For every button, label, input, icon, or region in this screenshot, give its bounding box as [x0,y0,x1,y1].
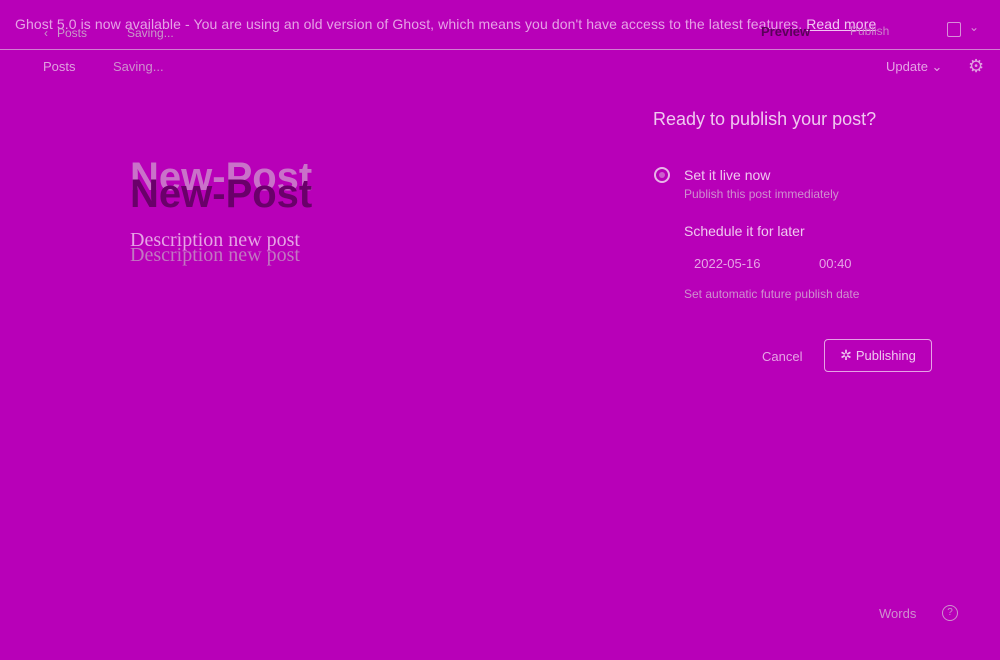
publishing-button[interactable]: ✲ Publishing [824,339,932,372]
radio-selected-dot [659,172,665,178]
publish-heading: Ready to publish your post? [653,109,877,129]
spinner-icon: ✲ [840,347,852,363]
word-count-label: Words [879,606,917,621]
update-dropdown-button[interactable]: Update ⌄ [886,59,942,75]
gear-icon[interactable]: ⚙ [968,56,984,77]
schedule-time-input[interactable] [812,250,889,276]
schedule-date-input[interactable] [684,250,814,276]
post-title[interactable]: New-Post [130,172,312,217]
update-banner: Ghost 5.0 is now available - You are usi… [0,0,1000,50]
schedule-later-option[interactable]: Schedule it for later [684,223,805,239]
preview-button[interactable]: Preview [761,24,810,39]
sidebar-toggle-icon[interactable] [947,22,961,37]
post-description-ghost: Description new post [130,244,300,266]
publishing-label: Publishing [855,348,916,363]
cancel-button[interactable]: Cancel [762,349,802,364]
publish-now-radio[interactable] [654,167,670,183]
chevron-down-icon[interactable]: ⌄ [969,20,979,34]
saving-status: Saving... [113,59,164,74]
nav-posts-link[interactable]: Posts [43,59,76,74]
publish-now-description: Publish this post immediately [684,187,839,201]
help-icon[interactable]: ? [942,605,958,621]
publish-now-option[interactable]: Set it live now [684,167,770,183]
back-chevron-icon: ‹ [44,26,48,40]
ghost-posts-label: Posts [57,26,88,40]
ghost-saving-label: Saving... [127,26,174,40]
schedule-hint: Set automatic future publish date [684,287,860,301]
publish-dropdown[interactable]: Publish [850,24,889,38]
